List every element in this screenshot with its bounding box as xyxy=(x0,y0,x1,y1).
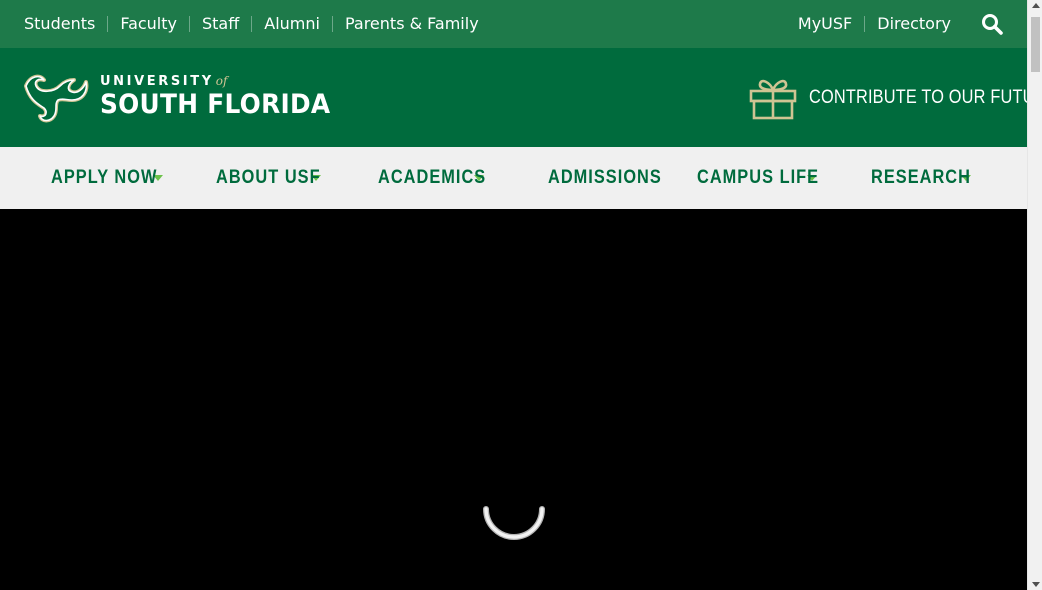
nav-academics[interactable]: ACADEMICS xyxy=(378,167,548,189)
nav-admissions[interactable]: ADMISSIONS xyxy=(548,167,697,189)
link-students[interactable]: Students xyxy=(24,16,107,32)
logo-of-label: of xyxy=(215,74,228,88)
nav-research-label: RESEARCH xyxy=(871,167,971,188)
gift-icon xyxy=(748,76,798,120)
scroll-up-arrow-icon[interactable] xyxy=(1032,3,1040,8)
utility-bar: Students Faculty Staff Alumni Parents & … xyxy=(0,0,1027,48)
page-scrollbar[interactable] xyxy=(1027,0,1042,590)
nav-admissions-label: ADMISSIONS xyxy=(548,167,662,188)
search-icon[interactable] xyxy=(981,13,1003,35)
contribute-link[interactable]: CONTRIBUTE TO OUR FUTURE xyxy=(748,76,1027,120)
bull-horns-logo-icon xyxy=(24,72,90,124)
utility-right: MyUSF Directory xyxy=(786,13,1003,35)
scrollbar-thumb[interactable] xyxy=(1031,17,1040,72)
link-parents-family[interactable]: Parents & Family xyxy=(331,16,491,32)
nav-campus-life[interactable]: CAMPUS LIFE xyxy=(697,167,871,189)
link-staff[interactable]: Staff xyxy=(189,16,251,32)
nav-about-usf[interactable]: ABOUT USF xyxy=(216,167,378,189)
logo-wordmark: UNIVERSITY of SOUTH FLORIDA xyxy=(100,74,350,121)
link-myusf[interactable]: MyUSF xyxy=(786,16,864,32)
loading-spinner-icon xyxy=(482,479,546,543)
audience-links: Students Faculty Staff Alumni Parents & … xyxy=(24,16,491,32)
usf-logo-link[interactable]: UNIVERSITY of SOUTH FLORIDA xyxy=(24,72,350,124)
nav-apply-now[interactable]: APPLY NOW xyxy=(51,167,163,189)
nav-apply-now-label: APPLY NOW xyxy=(51,167,158,188)
logo-name: SOUTH FLORIDA xyxy=(100,89,331,120)
hero-video[interactable] xyxy=(0,209,1027,590)
link-directory[interactable]: Directory xyxy=(864,16,963,32)
logo-university-label: UNIVERSITY of xyxy=(100,74,228,89)
nav-campus-life-label: CAMPUS LIFE xyxy=(697,167,820,188)
link-alumni[interactable]: Alumni xyxy=(251,16,332,32)
nav-research[interactable]: RESEARCH xyxy=(871,167,971,189)
link-faculty[interactable]: Faculty xyxy=(107,16,189,32)
usf-homepage: Students Faculty Staff Alumni Parents & … xyxy=(0,0,1027,590)
nav-about-usf-label: ABOUT USF xyxy=(216,167,321,188)
brand-bar: UNIVERSITY of SOUTH FLORIDA CONTRIBUTE TO… xyxy=(0,48,1027,147)
contribute-label: CONTRIBUTE TO OUR FUTURE xyxy=(809,86,1027,108)
main-nav: APPLY NOW ABOUT USF ACADEMICS ADMISSIONS… xyxy=(0,147,1027,209)
nav-academics-label: ACADEMICS xyxy=(378,167,487,188)
scroll-down-arrow-icon[interactable] xyxy=(1032,582,1040,587)
